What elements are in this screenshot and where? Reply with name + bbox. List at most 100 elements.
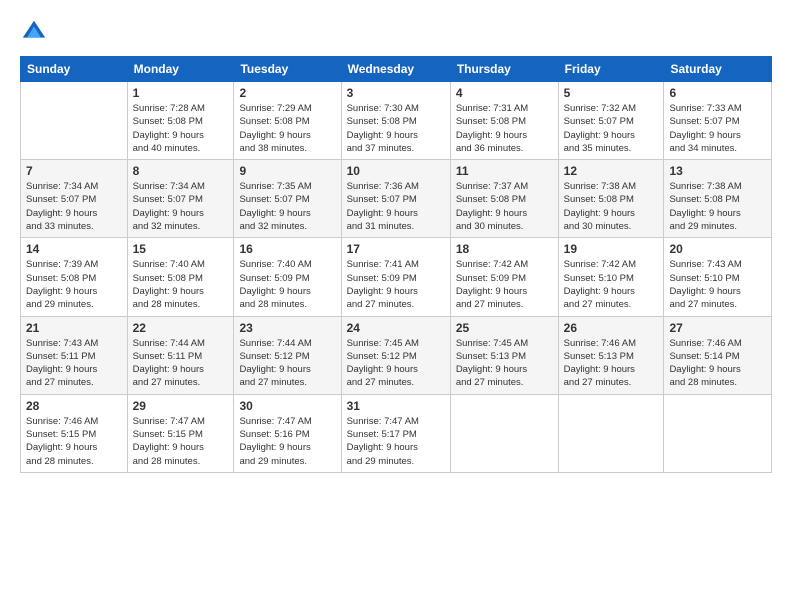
- day-number: 15: [133, 242, 229, 256]
- day-info: Sunrise: 7:36 AM Sunset: 5:07 PM Dayligh…: [347, 180, 445, 233]
- calendar-cell: 7Sunrise: 7:34 AM Sunset: 5:07 PM Daylig…: [21, 160, 128, 238]
- day-number: 18: [456, 242, 553, 256]
- day-info: Sunrise: 7:41 AM Sunset: 5:09 PM Dayligh…: [347, 258, 445, 311]
- calendar-cell: 17 Sunrise: 7:41 AM Sunset: 5:09 PM Dayli…: [341, 238, 450, 316]
- day-number: 8: [133, 164, 229, 178]
- calendar-cell: 28Sunrise: 7:46 AM Sunset: 5:15 PM Dayli…: [21, 394, 128, 472]
- calendar-cell: 18 Sunrise: 7:42 AM Sunset: 5:09 PM Dayli…: [450, 238, 558, 316]
- day-info: Sunrise: 7:38 AM Sunset: 5:08 PM Dayligh…: [564, 180, 659, 233]
- day-number: 20: [669, 242, 766, 256]
- calendar-header-tuesday: Tuesday: [234, 57, 341, 82]
- calendar-cell: 12Sunrise: 7:38 AM Sunset: 5:08 PM Dayli…: [558, 160, 664, 238]
- day-info: Sunrise: 7:40 AM Sunset: 5:08 PM Dayligh…: [133, 258, 229, 311]
- day-number: 4: [456, 86, 553, 100]
- day-number: 28: [26, 399, 122, 413]
- calendar-week-3: 14Sunrise: 7:39 AM Sunset: 5:08 PM Dayli…: [21, 238, 772, 316]
- day-info: Sunrise: 7:37 AM Sunset: 5:08 PM Dayligh…: [456, 180, 553, 233]
- day-info: Sunrise: 7:47 AM Sunset: 5:17 PM Dayligh…: [347, 415, 445, 468]
- calendar-cell: 26 Sunrise: 7:46 AM Sunset: 5:13 PM Dayli…: [558, 316, 664, 394]
- calendar-header-sunday: Sunday: [21, 57, 128, 82]
- day-info: Sunrise: 7:29 AM Sunset: 5:08 PM Dayligh…: [239, 102, 335, 155]
- calendar-cell: 30 Sunrise: 7:47 AM Sunset: 5:16 PM Dayli…: [234, 394, 341, 472]
- calendar-cell: 24 Sunrise: 7:45 AM Sunset: 5:12 PM Dayli…: [341, 316, 450, 394]
- day-info: Sunrise: 7:38 AM Sunset: 5:08 PM Dayligh…: [669, 180, 766, 233]
- day-number: 1: [133, 86, 229, 100]
- calendar-cell: [558, 394, 664, 472]
- calendar-cell: 25Sunrise: 7:45 AM Sunset: 5:13 PM Dayli…: [450, 316, 558, 394]
- header: [20, 18, 772, 46]
- calendar-cell: 21 Sunrise: 7:43 AM Sunset: 5:11 PM Dayli…: [21, 316, 128, 394]
- day-number: 9: [239, 164, 335, 178]
- day-number: 31: [347, 399, 445, 413]
- day-info: Sunrise: 7:47 AM Sunset: 5:16 PM Dayligh…: [239, 415, 335, 468]
- day-number: 6: [669, 86, 766, 100]
- day-info: Sunrise: 7:34 AM Sunset: 5:07 PM Dayligh…: [133, 180, 229, 233]
- calendar-cell: 4 Sunrise: 7:31 AM Sunset: 5:08 PM Daylig…: [450, 82, 558, 160]
- calendar-cell: 31 Sunrise: 7:47 AM Sunset: 5:17 PM Dayli…: [341, 394, 450, 472]
- day-info: Sunrise: 7:44 AM Sunset: 5:12 PM Dayligh…: [239, 337, 335, 390]
- calendar-cell: 9Sunrise: 7:35 AM Sunset: 5:07 PM Daylig…: [234, 160, 341, 238]
- calendar-cell: 11 Sunrise: 7:37 AM Sunset: 5:08 PM Dayli…: [450, 160, 558, 238]
- calendar-week-2: 7Sunrise: 7:34 AM Sunset: 5:07 PM Daylig…: [21, 160, 772, 238]
- day-info: Sunrise: 7:42 AM Sunset: 5:10 PM Dayligh…: [564, 258, 659, 311]
- day-info: Sunrise: 7:44 AM Sunset: 5:11 PM Dayligh…: [133, 337, 229, 390]
- calendar-cell: [664, 394, 772, 472]
- day-number: 29: [133, 399, 229, 413]
- day-number: 23: [239, 321, 335, 335]
- day-number: 22: [133, 321, 229, 335]
- day-number: 27: [669, 321, 766, 335]
- day-info: Sunrise: 7:32 AM Sunset: 5:07 PM Dayligh…: [564, 102, 659, 155]
- calendar-cell: 1 Sunrise: 7:28 AM Sunset: 5:08 PM Daylig…: [127, 82, 234, 160]
- calendar-cell: 19 Sunrise: 7:42 AM Sunset: 5:10 PM Dayli…: [558, 238, 664, 316]
- day-number: 11: [456, 164, 553, 178]
- calendar-cell: 15 Sunrise: 7:40 AM Sunset: 5:08 PM Dayli…: [127, 238, 234, 316]
- day-info: Sunrise: 7:33 AM Sunset: 5:07 PM Dayligh…: [669, 102, 766, 155]
- calendar-cell: 3Sunrise: 7:30 AM Sunset: 5:08 PM Daylig…: [341, 82, 450, 160]
- calendar-cell: 14Sunrise: 7:39 AM Sunset: 5:08 PM Dayli…: [21, 238, 128, 316]
- day-info: Sunrise: 7:31 AM Sunset: 5:08 PM Dayligh…: [456, 102, 553, 155]
- day-number: 30: [239, 399, 335, 413]
- day-info: Sunrise: 7:45 AM Sunset: 5:13 PM Dayligh…: [456, 337, 553, 390]
- page: SundayMondayTuesdayWednesdayThursdayFrid…: [0, 0, 792, 612]
- day-info: Sunrise: 7:30 AM Sunset: 5:08 PM Dayligh…: [347, 102, 445, 155]
- calendar-cell: 6 Sunrise: 7:33 AM Sunset: 5:07 PM Daylig…: [664, 82, 772, 160]
- day-number: 26: [564, 321, 659, 335]
- calendar-header-monday: Monday: [127, 57, 234, 82]
- calendar-cell: 27Sunrise: 7:46 AM Sunset: 5:14 PM Dayli…: [664, 316, 772, 394]
- calendar-table: SundayMondayTuesdayWednesdayThursdayFrid…: [20, 56, 772, 473]
- day-info: Sunrise: 7:43 AM Sunset: 5:11 PM Dayligh…: [26, 337, 122, 390]
- calendar-cell: 10Sunrise: 7:36 AM Sunset: 5:07 PM Dayli…: [341, 160, 450, 238]
- logo-icon: [20, 18, 48, 46]
- calendar-cell: 22 Sunrise: 7:44 AM Sunset: 5:11 PM Dayli…: [127, 316, 234, 394]
- day-number: 14: [26, 242, 122, 256]
- logo: [20, 18, 52, 46]
- calendar-header-friday: Friday: [558, 57, 664, 82]
- day-info: Sunrise: 7:28 AM Sunset: 5:08 PM Dayligh…: [133, 102, 229, 155]
- day-number: 5: [564, 86, 659, 100]
- calendar-header-row: SundayMondayTuesdayWednesdayThursdayFrid…: [21, 57, 772, 82]
- day-number: 24: [347, 321, 445, 335]
- day-info: Sunrise: 7:46 AM Sunset: 5:13 PM Dayligh…: [564, 337, 659, 390]
- day-info: Sunrise: 7:45 AM Sunset: 5:12 PM Dayligh…: [347, 337, 445, 390]
- calendar-cell: [450, 394, 558, 472]
- calendar-cell: 2 Sunrise: 7:29 AM Sunset: 5:08 PM Daylig…: [234, 82, 341, 160]
- day-number: 2: [239, 86, 335, 100]
- day-number: 21: [26, 321, 122, 335]
- calendar-week-4: 21 Sunrise: 7:43 AM Sunset: 5:11 PM Dayli…: [21, 316, 772, 394]
- day-number: 16: [239, 242, 335, 256]
- calendar-cell: [21, 82, 128, 160]
- calendar-cell: 8 Sunrise: 7:34 AM Sunset: 5:07 PM Daylig…: [127, 160, 234, 238]
- day-number: 19: [564, 242, 659, 256]
- calendar-header-saturday: Saturday: [664, 57, 772, 82]
- day-info: Sunrise: 7:47 AM Sunset: 5:15 PM Dayligh…: [133, 415, 229, 468]
- day-info: Sunrise: 7:34 AM Sunset: 5:07 PM Dayligh…: [26, 180, 122, 233]
- calendar-cell: 13Sunrise: 7:38 AM Sunset: 5:08 PM Dayli…: [664, 160, 772, 238]
- calendar-cell: 29 Sunrise: 7:47 AM Sunset: 5:15 PM Dayli…: [127, 394, 234, 472]
- calendar-week-1: 1 Sunrise: 7:28 AM Sunset: 5:08 PM Daylig…: [21, 82, 772, 160]
- day-number: 17: [347, 242, 445, 256]
- calendar-cell: 23 Sunrise: 7:44 AM Sunset: 5:12 PM Dayli…: [234, 316, 341, 394]
- day-info: Sunrise: 7:40 AM Sunset: 5:09 PM Dayligh…: [239, 258, 335, 311]
- calendar-cell: 16 Sunrise: 7:40 AM Sunset: 5:09 PM Dayli…: [234, 238, 341, 316]
- day-info: Sunrise: 7:42 AM Sunset: 5:09 PM Dayligh…: [456, 258, 553, 311]
- calendar-header-thursday: Thursday: [450, 57, 558, 82]
